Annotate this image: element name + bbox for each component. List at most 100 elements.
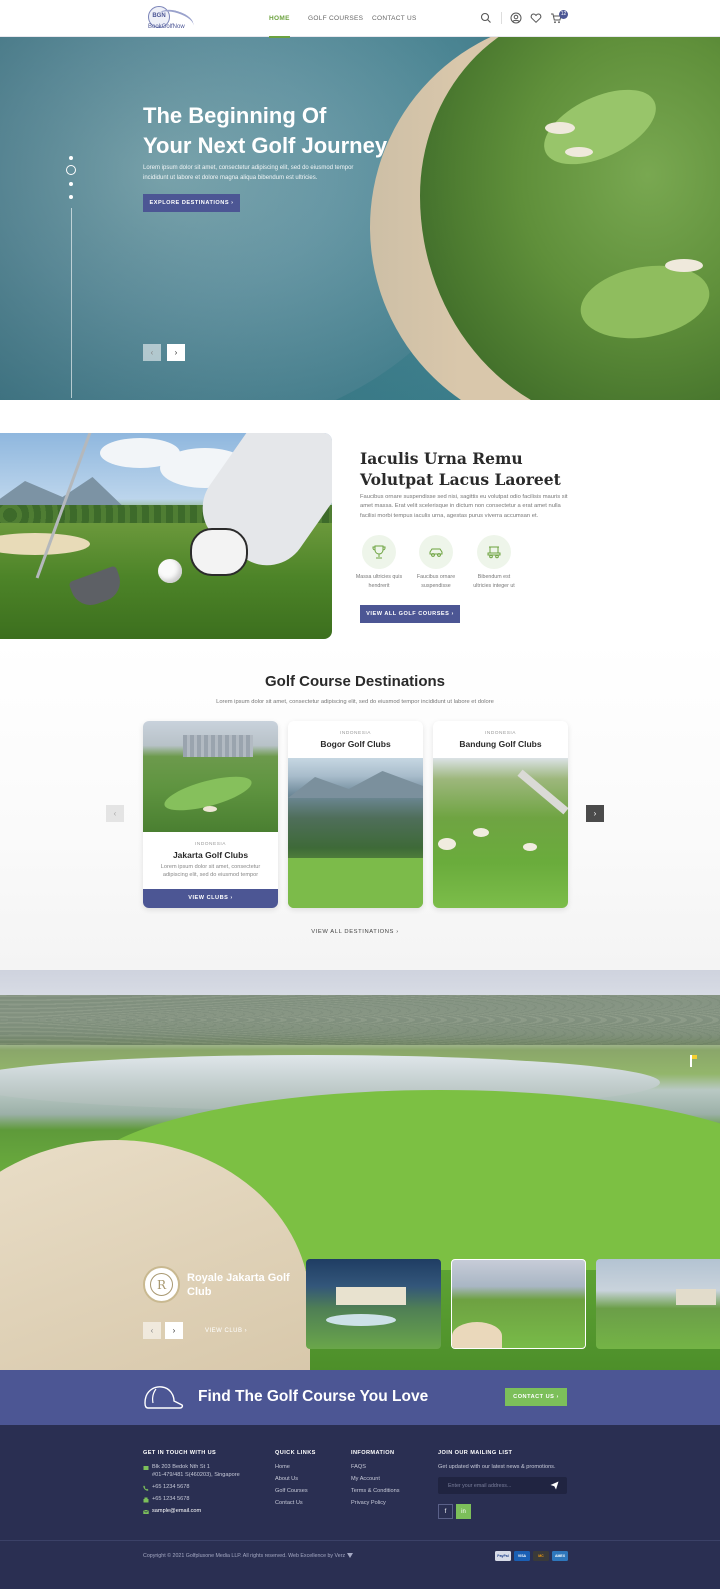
- facebook-icon[interactable]: f: [438, 1504, 453, 1519]
- card-title: Bogor Golf Clubs: [320, 739, 391, 749]
- club-thumbnail-active[interactable]: [451, 1259, 586, 1349]
- footer-link-contact[interactable]: Contact Us: [275, 1500, 303, 1506]
- destinations-next-button[interactable]: ›: [586, 805, 604, 822]
- hero-prev-button[interactable]: ‹: [143, 344, 161, 361]
- mountain: [288, 771, 423, 798]
- feature-item: Bibendum est ultricies integer ut: [469, 535, 519, 590]
- card-country: Indonesia: [340, 731, 371, 736]
- club-thumbnail[interactable]: [596, 1259, 720, 1349]
- verz-logo-icon: [346, 1553, 353, 1559]
- view-all-destinations-link[interactable]: View All Destinations ›: [0, 929, 710, 935]
- button-label: View All Golf Courses: [366, 611, 450, 617]
- about-title: Iaculis Urna Remu Volutpat Lacus Laoreet: [360, 449, 561, 489]
- club-head: [68, 565, 126, 611]
- footer-link-faqs[interactable]: FAQS: [351, 1464, 366, 1470]
- about-text: Faucibus ornare suspendisse sed nisi, sa…: [360, 494, 568, 519]
- footer-address: Blk 203 Bedok Nth St 1: [152, 1464, 210, 1470]
- view-all-golf-courses-button[interactable]: View All Golf Courses ›: [360, 605, 460, 623]
- bunker: [203, 806, 217, 812]
- header-divider: [501, 12, 502, 24]
- footer-link-account[interactable]: My Account: [351, 1476, 380, 1482]
- view-club-link[interactable]: View Club ›: [205, 1328, 247, 1334]
- feature-label: Massa ultricies quis hendrerit: [355, 574, 403, 589]
- city-skyline: [183, 735, 253, 757]
- hero-title: The Beginning Of Your Next Golf Journey: [143, 101, 443, 161]
- paypal-icon: PayPal: [495, 1551, 511, 1561]
- slide-dot[interactable]: [69, 156, 73, 160]
- jakarta-course-image: [143, 721, 278, 832]
- explore-destinations-button[interactable]: Explore Destinations ›: [143, 194, 240, 212]
- tree-line: [0, 995, 720, 1045]
- site-logo[interactable]: BGN BookGolfNow: [146, 5, 196, 35]
- newsletter-form: [438, 1477, 567, 1494]
- footer-phone[interactable]: +65 1234 5678: [152, 1496, 190, 1502]
- footer-information-heading: Information: [351, 1450, 395, 1456]
- map-icon: [143, 1466, 149, 1470]
- nav-contact-us[interactable]: Contact Us: [372, 15, 417, 22]
- card-title: Jakarta Golf Clubs: [172, 850, 249, 860]
- golf-cap-icon: [144, 1386, 184, 1409]
- slide-dot-active[interactable]: [66, 165, 76, 175]
- footer-link-golf-courses[interactable]: Golf Courses: [275, 1488, 308, 1494]
- link-label: View Club: [205, 1328, 243, 1334]
- destination-card-bogor[interactable]: Indonesia Bogor Golf Clubs: [288, 721, 423, 908]
- footer-mailing-text: Get updated with our latest news & promo…: [438, 1464, 556, 1470]
- search-icon[interactable]: [480, 12, 492, 24]
- club-prev-button[interactable]: ‹: [143, 1322, 161, 1339]
- club-thumbnail[interactable]: [306, 1259, 441, 1349]
- hero-title-line: Your Next Golf Journey: [143, 133, 388, 158]
- golf-glove: [190, 528, 248, 576]
- footer-link-home[interactable]: Home: [275, 1464, 290, 1470]
- copyright-text: Copyright © 2021 Golfplusone Media LLP. …: [143, 1553, 353, 1559]
- club-name: Royale Jakarta Golf Club: [187, 1272, 290, 1298]
- hero-title-line: The Beginning Of: [143, 103, 327, 128]
- fairway: [288, 858, 423, 908]
- wishlist-heart-icon[interactable]: [530, 12, 542, 24]
- club-crest-logo: R: [143, 1266, 180, 1303]
- phone-icon: [143, 1485, 149, 1491]
- footer-phone[interactable]: +65 1234 5678: [152, 1484, 190, 1490]
- footer-link-about[interactable]: About Us: [275, 1476, 298, 1482]
- hero-next-button[interactable]: ›: [167, 344, 185, 361]
- footer-email[interactable]: sample@email.com: [152, 1508, 201, 1514]
- footer-quick-links-heading: Quick Links: [275, 1450, 316, 1456]
- footer-divider: [0, 1540, 720, 1541]
- destination-card-bandung[interactable]: Indonesia Bandung Golf Clubs: [433, 721, 568, 908]
- bandung-course-image: [433, 758, 568, 908]
- pond: [326, 1314, 396, 1326]
- slide-dot[interactable]: [69, 195, 73, 199]
- email-icon: [143, 1509, 149, 1514]
- send-icon[interactable]: [550, 1481, 559, 1490]
- fax-icon: [143, 1497, 149, 1503]
- button-label: View Clubs: [188, 895, 229, 901]
- instagram-icon[interactable]: in: [456, 1504, 471, 1519]
- button-label: Explore Destinations: [149, 200, 230, 206]
- slide-progress-line: [71, 208, 72, 398]
- footer-link-privacy[interactable]: Privacy Policy: [351, 1500, 386, 1506]
- hero-subtitle: Lorem ipsum dolor sit amet, consectetur …: [143, 165, 354, 181]
- card-title: Bandung Golf Clubs: [459, 739, 542, 749]
- nav-golf-courses[interactable]: Golf Courses: [308, 15, 363, 22]
- card-country: Indonesia: [195, 842, 226, 847]
- newsletter-email-input[interactable]: [438, 1477, 548, 1494]
- view-clubs-button[interactable]: View Clubs ›: [143, 889, 278, 908]
- destinations-prev-button[interactable]: ‹: [106, 805, 124, 822]
- footer-contact-heading: Get In Touch With Us: [143, 1450, 217, 1456]
- trophy-icon: [372, 545, 386, 559]
- destinations-title: Golf Course Destinations: [264, 673, 446, 690]
- club-next-button[interactable]: ›: [165, 1322, 183, 1339]
- feature-icon-circle: [362, 535, 396, 569]
- destination-card-jakarta[interactable]: Indonesia Jakarta Golf Clubs Lorem ipsum…: [143, 721, 278, 908]
- card-country: Indonesia: [485, 731, 516, 736]
- golf-ball: [158, 559, 182, 583]
- slide-dot[interactable]: [69, 182, 73, 186]
- nav-home[interactable]: Home: [269, 15, 290, 38]
- contact-us-button[interactable]: Contact Us ›: [505, 1388, 567, 1406]
- account-icon[interactable]: [510, 12, 522, 24]
- copyright-label: Copyright © 2021 Golfplusone Media LLP. …: [143, 1553, 346, 1559]
- club-crest-letter: R: [150, 1273, 173, 1296]
- flag-icon: [690, 1055, 697, 1067]
- mastercard-icon: MC: [533, 1551, 549, 1561]
- bogor-course-image: [288, 758, 423, 908]
- footer-link-terms[interactable]: Terms & Conditions: [351, 1488, 400, 1494]
